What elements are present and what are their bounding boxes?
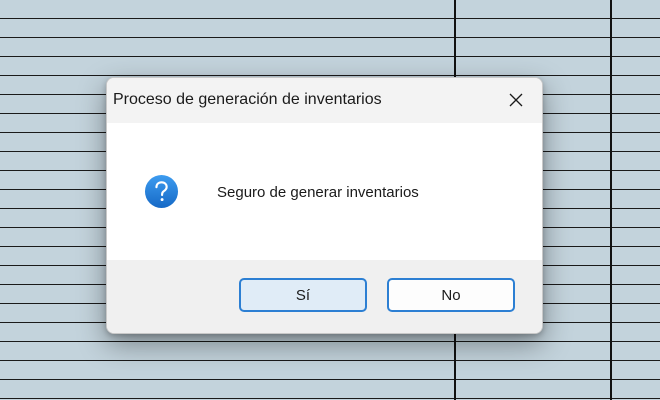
yes-button[interactable]: Sí (239, 278, 367, 312)
close-icon (509, 93, 523, 107)
question-icon (144, 174, 179, 209)
dialog-title: Proceso de generación de inventarios (113, 91, 382, 108)
grid-column-divider (610, 0, 612, 400)
dialog-button-bar: Sí No (107, 260, 542, 333)
dialog-titlebar[interactable]: Proceso de generación de inventarios (107, 78, 542, 123)
dialog-message: Seguro de generar inventarios (217, 184, 419, 201)
dialog-content: Seguro de generar inventarios (107, 123, 542, 260)
confirmation-dialog: Proceso de generación de inventarios Seg… (106, 77, 543, 334)
close-button[interactable] (497, 82, 535, 118)
no-button[interactable]: No (387, 278, 515, 312)
